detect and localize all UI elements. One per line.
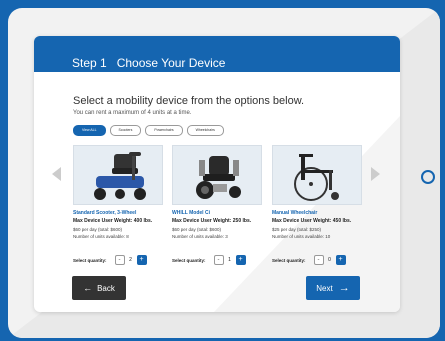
next-label: Next [316, 283, 333, 293]
product-units: Number of units available: 10 [272, 234, 331, 239]
filter-powerchairs[interactable]: Powerchairs [145, 125, 183, 136]
increase-button[interactable]: + [235, 255, 246, 265]
product-weight: Max Device User Weight: 450 lbs. [272, 218, 352, 224]
arrow-left-icon: ← [83, 283, 93, 293]
back-label: Back [97, 283, 115, 293]
quantity-stepper: Select quantity: - 1 + [172, 255, 246, 265]
quantity-label: Select quantity: [272, 257, 306, 263]
decrease-button[interactable]: - [313, 255, 324, 265]
quantity-value: 1 [228, 257, 231, 263]
step-number: Step 1 [72, 56, 107, 70]
product-card-powerchair[interactable]: WHILL Model Ci Max Device User Weight: 2… [172, 145, 262, 239]
product-name: WHILL Model Ci [172, 210, 210, 216]
filter-wheelchairs[interactable]: Wheelchairs [186, 125, 224, 136]
filter-scooters[interactable]: Scooters [109, 125, 142, 136]
quantity-stepper: Select quantity: - 2 + [73, 255, 147, 265]
next-button[interactable]: Next → [306, 276, 360, 300]
increase-button[interactable]: + [335, 255, 346, 265]
decrease-button[interactable]: - [213, 255, 224, 265]
product-price: $25 per day (total: $250) [272, 227, 322, 232]
arrow-right-icon: → [338, 282, 350, 294]
page-subheading: You can rent a maximum of 4 units at a t… [73, 110, 192, 116]
step-title: Step 1 Choose Your Device [72, 56, 225, 70]
product-weight: Max Device User Weight: 250 lbs. [172, 218, 252, 224]
quantity-value: 0 [328, 257, 331, 263]
filter-tabs: View ALL Scooters Powerchairs Wheelchair… [73, 125, 224, 136]
wheelchair-image [272, 145, 362, 205]
quantity-label: Select quantity: [172, 257, 206, 263]
back-button[interactable]: ← Back [72, 276, 126, 300]
decrease-button[interactable]: - [114, 255, 125, 265]
product-card-wheelchair[interactable]: Manual Wheelchair Max Device User Weight… [272, 145, 362, 239]
filter-view-all[interactable]: View ALL [73, 125, 106, 136]
powerchair-image [172, 145, 262, 205]
step-label: Choose Your Device [116, 56, 226, 70]
product-card-scooter[interactable]: Standard Scooter, 3-Wheel Max Device Use… [73, 145, 163, 239]
product-weight: Max Device User Weight: 400 lbs. [73, 218, 153, 224]
product-price: $60 per day (total: $600) [172, 227, 222, 232]
quantity-value: 2 [129, 257, 132, 263]
quantity-stepper: Select quantity: - 0 + [272, 255, 346, 265]
scooter-image [73, 145, 163, 205]
carousel-next-icon[interactable] [371, 167, 380, 181]
status-circle-icon[interactable] [421, 170, 435, 184]
product-units: Number of units available: 8 [73, 234, 129, 239]
carousel-prev-icon[interactable] [52, 167, 61, 181]
step-header: Step 1 Choose Your Device [34, 36, 400, 72]
increase-button[interactable]: + [136, 255, 147, 265]
quantity-label: Select quantity: [73, 257, 107, 263]
page-heading: Select a mobility device from the option… [73, 95, 305, 107]
product-name: Manual Wheelchair [272, 210, 318, 216]
product-price: $60 per day (total: $600) [73, 227, 123, 232]
product-units: Number of units available: 3 [172, 234, 228, 239]
product-name: Standard Scooter, 3-Wheel [73, 210, 137, 216]
